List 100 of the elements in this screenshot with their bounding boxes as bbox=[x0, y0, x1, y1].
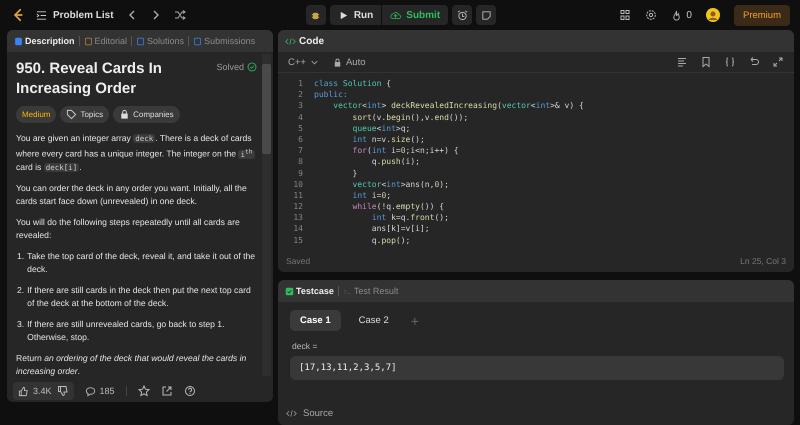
line-number: 9 bbox=[297, 168, 303, 179]
tag-icon bbox=[66, 109, 78, 120]
cursor-position: Ln 25, Col 3 bbox=[740, 256, 786, 266]
share-icon[interactable] bbox=[160, 385, 173, 397]
document-icon bbox=[193, 36, 202, 46]
thumbs-up-icon bbox=[18, 386, 29, 396]
line-number: 12 bbox=[292, 201, 303, 212]
debug-button[interactable] bbox=[306, 5, 326, 25]
code-line: } bbox=[352, 168, 358, 179]
line-number: 10 bbox=[292, 178, 303, 190]
cloud-upload-icon bbox=[390, 10, 402, 20]
step-number: 3. bbox=[17, 318, 24, 330]
comments-button[interactable]: 185 bbox=[84, 386, 115, 396]
line-number: 6 bbox=[297, 134, 303, 146]
document-icon bbox=[14, 36, 23, 46]
document-icon bbox=[136, 36, 146, 46]
logo-icon[interactable] bbox=[12, 8, 24, 22]
input-field[interactable]: [17,13,11,2,3,5,7] bbox=[290, 356, 784, 380]
case-tab[interactable]: Case 2 bbox=[348, 310, 399, 331]
auto-mode-label: Auto bbox=[332, 56, 366, 68]
panel-tab[interactable]: Editorial bbox=[84, 36, 128, 46]
case-tab[interactable]: Case 1 bbox=[290, 310, 341, 331]
description-paragraph: You will do the following steps repeatedly until all cards are revealed: bbox=[16, 216, 241, 242]
settings-icon[interactable] bbox=[645, 9, 658, 21]
code-tab[interactable]: Code bbox=[285, 36, 324, 46]
submit-button[interactable]: Submit bbox=[382, 5, 448, 25]
flame-icon bbox=[671, 10, 682, 20]
line-number: 7 bbox=[297, 145, 303, 156]
panel-tab[interactable]: Submissions bbox=[193, 36, 256, 46]
grid-icon[interactable] bbox=[619, 9, 632, 21]
line-number: 4 bbox=[297, 112, 303, 123]
alarm-clock-icon bbox=[456, 10, 468, 20]
lock-icon bbox=[119, 109, 130, 120]
step-text: If there are still unrevealed cards, go back to step 1. Otherwise, stop. bbox=[27, 318, 226, 344]
panel-tab[interactable]: Test Result bbox=[342, 286, 398, 296]
line-number: 15 bbox=[292, 234, 303, 246]
terminal-icon bbox=[342, 286, 352, 296]
code-line: int n=v.size(); bbox=[352, 134, 425, 146]
note-button[interactable] bbox=[476, 5, 496, 25]
expand-icon[interactable] bbox=[772, 56, 784, 68]
premium-button[interactable]: Premium bbox=[734, 4, 790, 26]
source-button[interactable]: Source bbox=[286, 408, 334, 419]
comment-icon bbox=[84, 386, 96, 396]
code-line: for(int i=0;i<n;i++) { bbox=[352, 145, 459, 156]
bookmark-icon[interactable] bbox=[700, 56, 712, 68]
problem-list-button[interactable]: Problem List bbox=[36, 10, 114, 20]
thumbs-down-icon[interactable] bbox=[56, 385, 69, 397]
reset-icon[interactable] bbox=[748, 56, 760, 68]
line-number: 5 bbox=[297, 122, 303, 134]
panel-tab[interactable]: Solutions bbox=[136, 36, 184, 46]
code-icon bbox=[285, 36, 296, 46]
solved-status: Solved bbox=[216, 62, 244, 72]
shuffle-icon[interactable] bbox=[174, 9, 186, 21]
difficulty-tag: Medium bbox=[16, 106, 56, 123]
list-icon bbox=[36, 10, 47, 20]
code-line: vector<int>ans(n,0); bbox=[352, 178, 449, 190]
alarm-clock-button[interactable] bbox=[452, 5, 472, 25]
companies-tag[interactable]: Companies bbox=[113, 106, 180, 123]
checkbox-icon bbox=[285, 286, 294, 296]
step-number: 2. bbox=[17, 284, 24, 296]
line-number: 13 bbox=[292, 212, 303, 224]
code-line: int k=q.front(); bbox=[370, 212, 449, 224]
parameter-label: deck = bbox=[292, 341, 318, 351]
description-paragraph: Return an ordering of the deck that would reveal the cards in increasing order. bbox=[16, 352, 248, 378]
line-number: 14 bbox=[292, 223, 303, 235]
star-icon[interactable] bbox=[138, 385, 150, 397]
scrollbar-thumb[interactable] bbox=[262, 64, 271, 154]
panel-tab[interactable]: Description bbox=[14, 36, 75, 46]
document-icon bbox=[84, 36, 93, 46]
avatar-icon[interactable] bbox=[706, 8, 720, 22]
help-icon[interactable] bbox=[184, 385, 196, 397]
like-button[interactable]: 3.4K bbox=[18, 386, 52, 396]
code-line: queue<int>q; bbox=[352, 122, 410, 134]
line-number: 2 bbox=[297, 89, 303, 100]
braces-icon[interactable] bbox=[724, 56, 736, 68]
step-text: If there are still cards in the deck then put the next top card of the deck at the bottom of the deck. bbox=[27, 284, 252, 310]
step-number: 1. bbox=[17, 250, 24, 262]
step-text: Take the top card of the deck, reveal it, and take it out of the deck. bbox=[27, 250, 256, 276]
code-icon bbox=[286, 408, 297, 419]
note-icon bbox=[480, 10, 492, 20]
problem-title: 950. Reveal Cards In Increasing Order bbox=[16, 59, 163, 99]
panel-tab[interactable]: Testcase bbox=[285, 286, 334, 296]
code-line: int i=0; bbox=[352, 190, 392, 202]
line-number: 3 bbox=[297, 100, 303, 112]
code-line: public: bbox=[314, 89, 348, 100]
line-number: 1 bbox=[297, 78, 303, 90]
run-button[interactable]: Run bbox=[330, 5, 382, 25]
format-icon[interactable] bbox=[676, 56, 688, 68]
code-line: while(!q.empty()) { bbox=[352, 201, 444, 212]
line-number: 8 bbox=[297, 156, 303, 168]
check-circle-icon bbox=[247, 62, 257, 72]
code-line: sort(v.begin(),v.end()); bbox=[352, 112, 468, 123]
save-status: Saved bbox=[286, 256, 310, 266]
description-paragraph: You can order the deck in any order you want. Initially, all the cards start face down (unrevealed) in one deck. bbox=[16, 182, 248, 208]
topics-tag[interactable]: Topics bbox=[60, 106, 110, 123]
streak-counter[interactable]: 0 bbox=[671, 10, 692, 20]
code-line: q.pop(); bbox=[370, 234, 410, 246]
language-dropdown[interactable]: C++ bbox=[288, 56, 320, 68]
code-line: class Solution { bbox=[314, 78, 392, 90]
line-number: 11 bbox=[292, 190, 303, 202]
